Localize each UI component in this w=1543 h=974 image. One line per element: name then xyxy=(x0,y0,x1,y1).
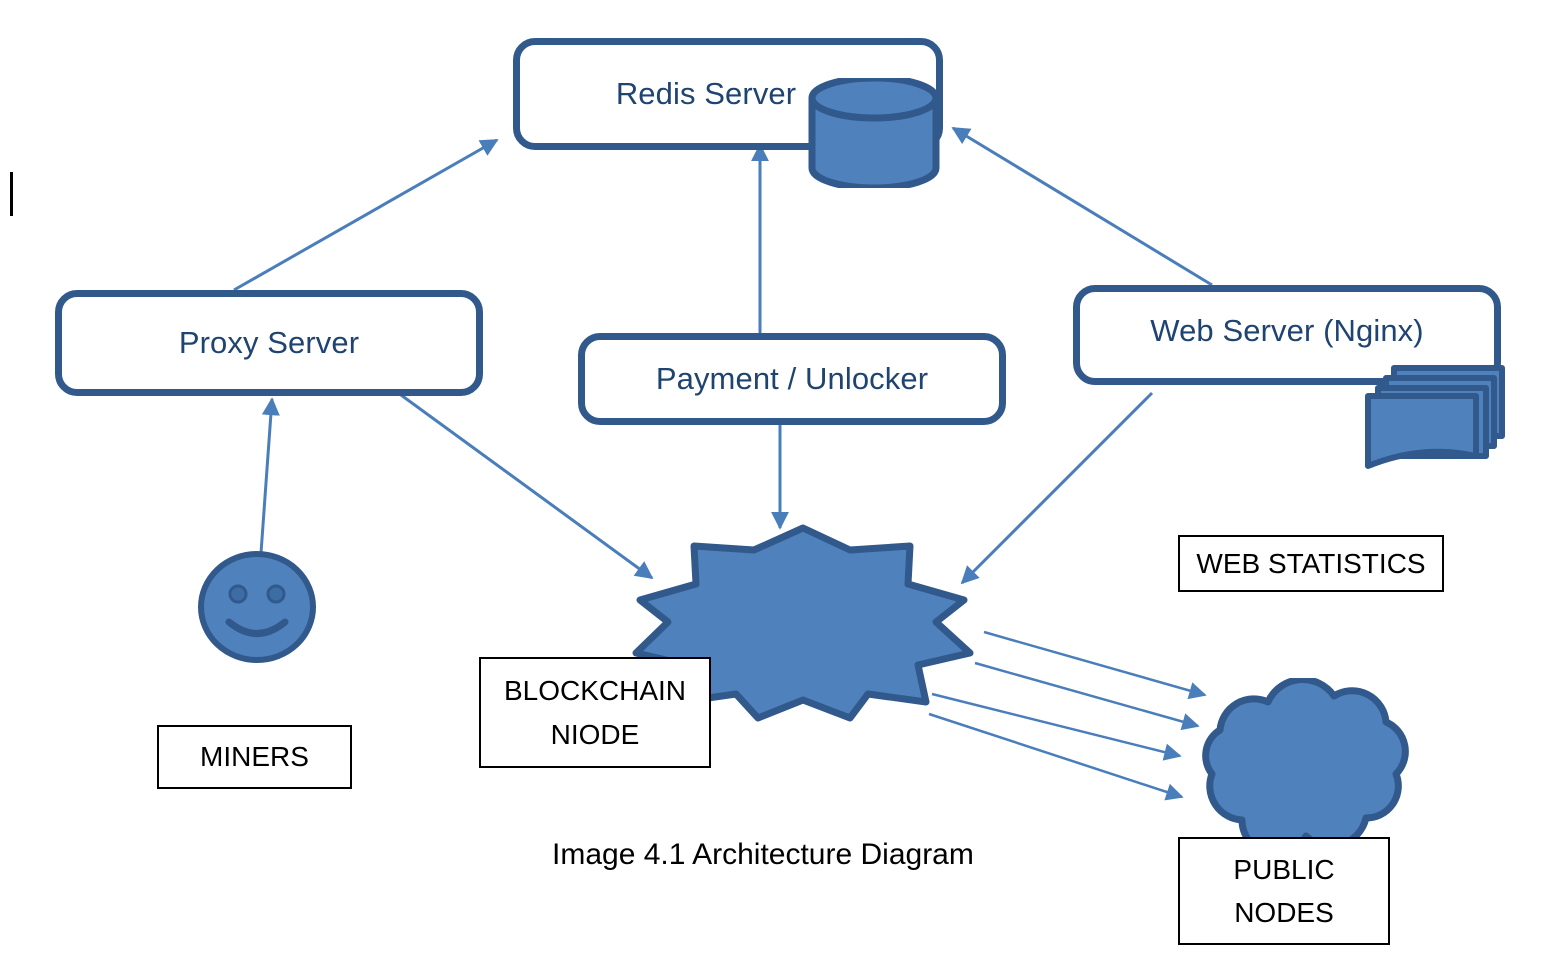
node-web-server-label: Web Server (Nginx) xyxy=(1150,313,1424,348)
label-blockchain-node: BLOCKCHAIN NIODE xyxy=(479,657,711,768)
label-blockchain-node-line1: BLOCKCHAIN xyxy=(503,675,687,707)
label-web-statistics-text: WEB STATISTICS xyxy=(1196,547,1426,579)
document-stack-icon xyxy=(1365,365,1505,469)
connector-blockchain-to-publicnodes-1 xyxy=(983,630,1207,700)
label-web-statistics: WEB STATISTICS xyxy=(1178,535,1444,592)
architecture-diagram-canvas: Redis Server Proxy Server Payment / Unlo… xyxy=(0,0,1543,974)
smiley-face-icon xyxy=(198,551,316,663)
label-public-nodes: PUBLIC NODES xyxy=(1178,837,1390,945)
label-public-nodes-line1: PUBLIC xyxy=(1233,853,1335,885)
label-miners-text: MINERS xyxy=(200,741,309,773)
node-proxy-server-label: Proxy Server xyxy=(178,325,360,360)
label-blockchain-node-line2: NIODE xyxy=(550,718,640,750)
figure-caption: Image 4.1 Architecture Diagram xyxy=(552,838,974,871)
connector-blockchain-to-publicnodes-2 xyxy=(974,661,1200,731)
connector-blockchain-to-publicnodes-4 xyxy=(928,712,1184,801)
text-cursor-artifact xyxy=(10,172,13,216)
label-miners: MINERS xyxy=(157,725,352,789)
connector-miners-to-proxy xyxy=(259,397,280,554)
connector-webserver-to-redis xyxy=(951,126,1213,287)
node-payment-unlocker[interactable]: Payment / Unlocker xyxy=(578,333,1006,425)
connector-proxy-to-redis xyxy=(233,138,499,292)
cloud-icon xyxy=(1202,678,1409,850)
database-cylinder-icon xyxy=(808,78,940,188)
node-proxy-server[interactable]: Proxy Server xyxy=(55,290,483,396)
node-redis-server-label: Redis Server xyxy=(615,76,797,111)
label-public-nodes-line2: NODES xyxy=(1234,897,1334,928)
node-payment-unlocker-label: Payment / Unlocker xyxy=(655,361,929,396)
